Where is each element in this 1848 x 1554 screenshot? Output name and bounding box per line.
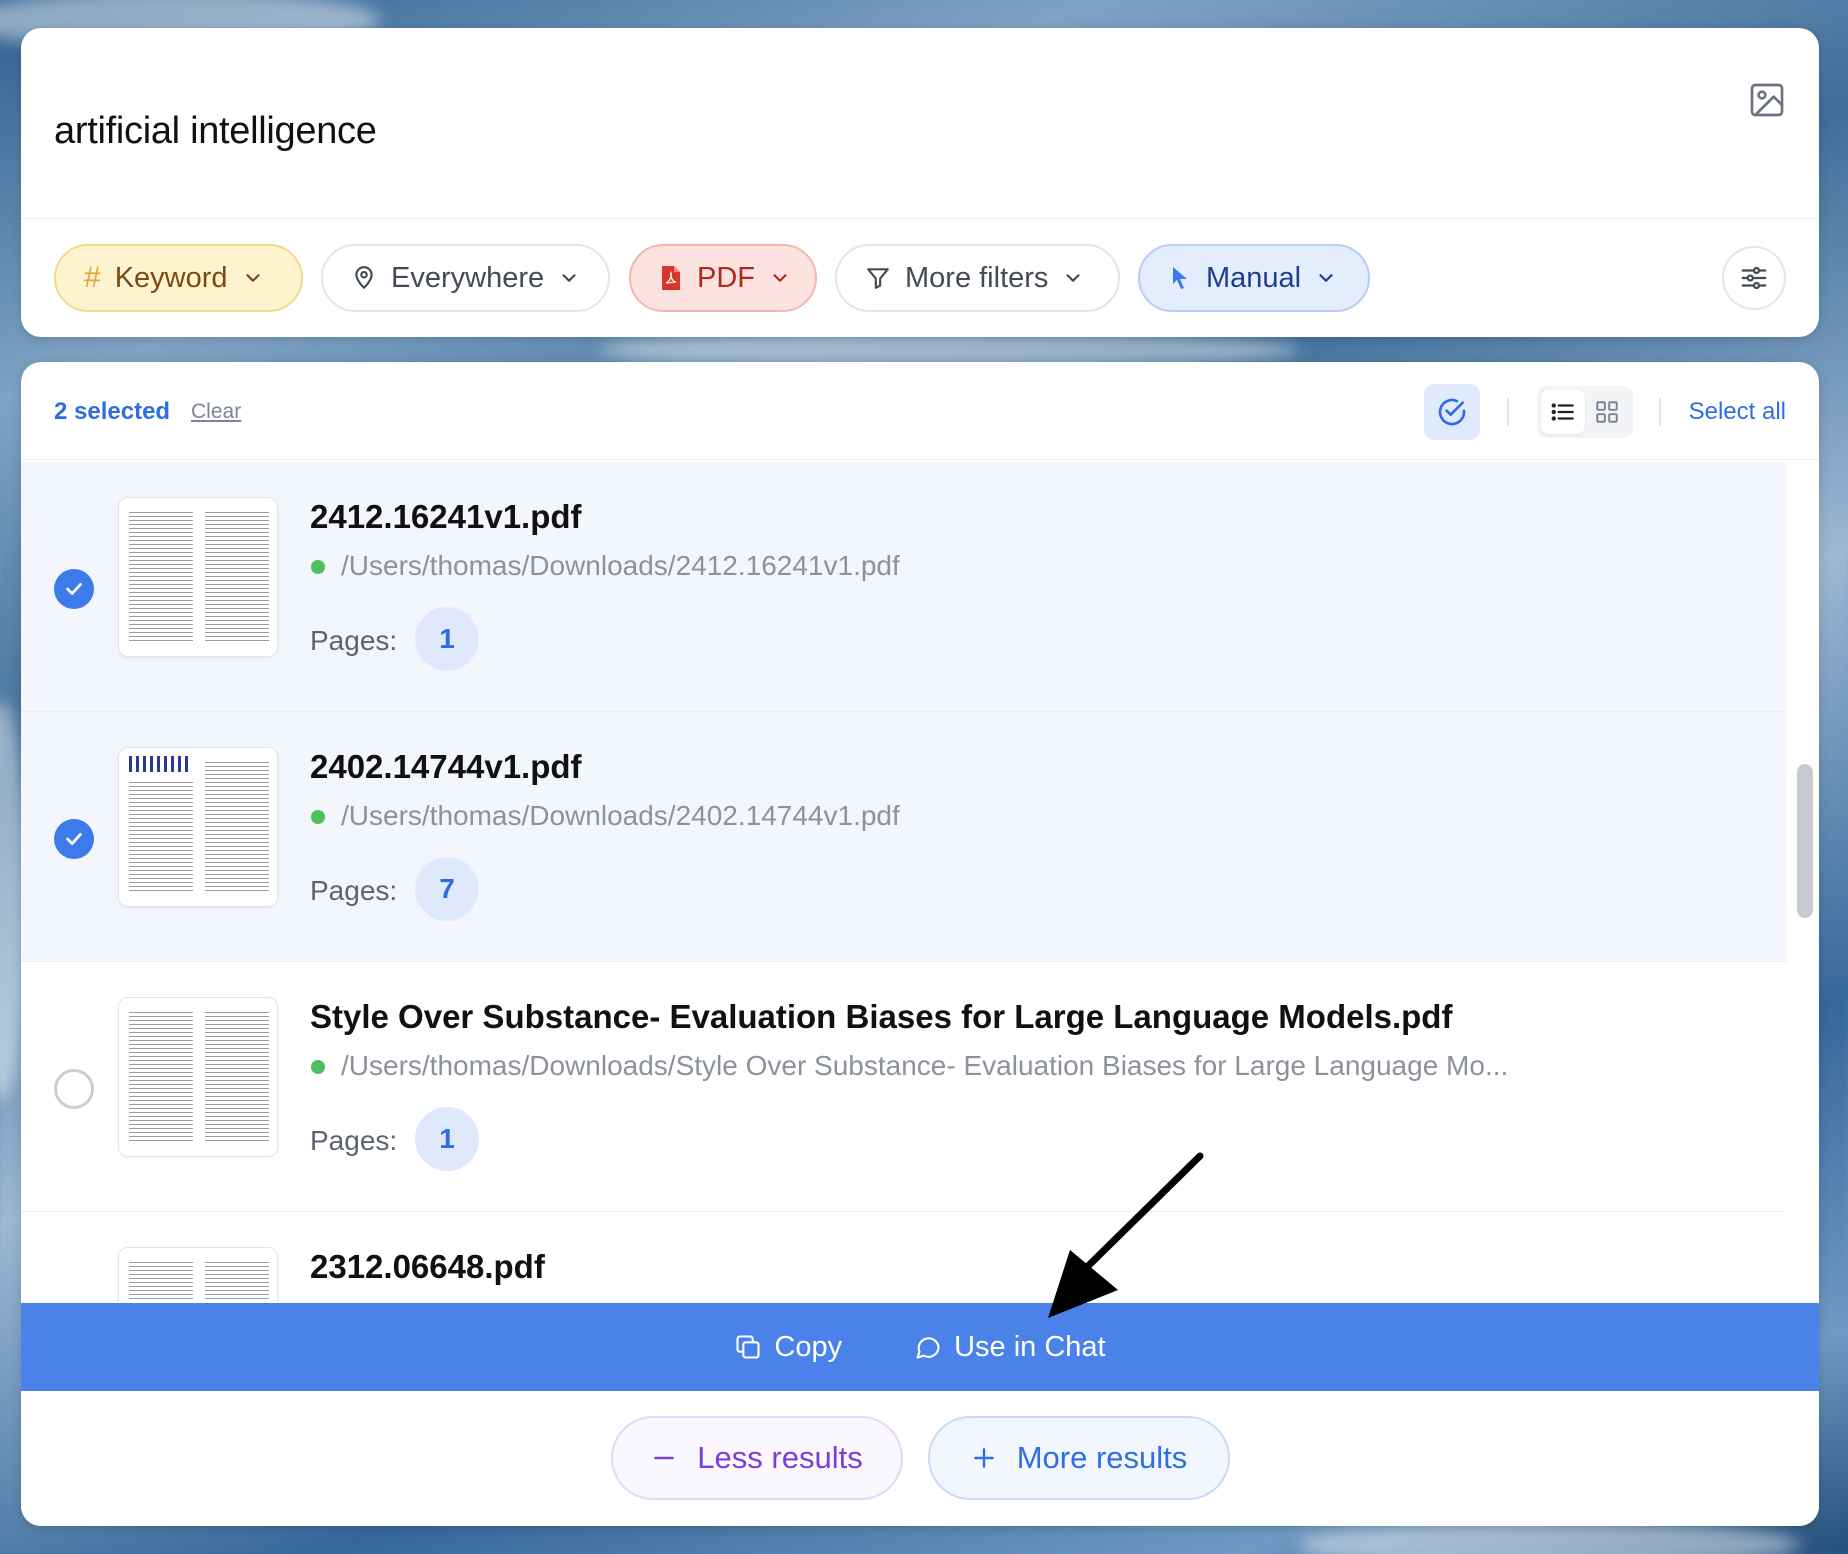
select-all-button[interactable]: Select all (1689, 398, 1786, 426)
pages-label: Pages: (310, 1125, 398, 1156)
grid-view-button[interactable] (1585, 390, 1629, 434)
grid-icon (1596, 401, 1618, 423)
file-title: 2402.14744v1.pdf (310, 748, 582, 785)
pages-count-badge[interactable]: 7 (415, 857, 479, 921)
chevron-down-icon (562, 274, 576, 282)
hash-icon: # (84, 261, 101, 294)
results-panel: 2 selected Clear Select all 2412.16241v1… (21, 362, 1819, 1526)
results-scrollbar[interactable] (1789, 462, 1819, 1302)
search-query[interactable]: artificial intelligence (54, 110, 377, 153)
less-results-label: Less results (697, 1440, 863, 1475)
file-thumbnail (118, 747, 278, 907)
map-pin-icon (355, 266, 373, 289)
chevron-down-icon (773, 274, 787, 282)
image-search-icon[interactable] (1747, 80, 1787, 120)
toolbar-separator (1507, 398, 1509, 426)
row-checkbox[interactable] (54, 569, 94, 609)
more-results-button[interactable]: More results (928, 1416, 1230, 1500)
toolbar-separator (1659, 398, 1661, 426)
keyword-filter-label: Keyword (114, 261, 228, 294)
pdf-file-icon (662, 266, 680, 290)
file-path: /Users/thomas/Downloads/2412.16241v1.pdf (341, 550, 900, 581)
file-thumbnail (118, 997, 278, 1157)
more-results-label: More results (1016, 1440, 1188, 1475)
more-filters-pill[interactable]: More filters (835, 244, 1120, 312)
file-title: 2312.06648.pdf (310, 1248, 545, 1285)
copy-button[interactable]: Copy (734, 1331, 842, 1364)
chevron-down-icon (245, 274, 260, 282)
search-settings-button[interactable] (1722, 246, 1786, 310)
pages-label: Pages: (310, 875, 398, 906)
file-type-filter-pill[interactable]: PDF (629, 244, 817, 312)
location-filter-label: Everywhere (391, 261, 545, 294)
chevron-down-icon (1319, 274, 1333, 282)
file-path: /Users/thomas/Downloads/2402.14744v1.pdf (341, 800, 900, 831)
location-filter-pill[interactable]: Everywhere (321, 244, 610, 312)
file-type-filter-label: PDF (697, 261, 755, 294)
search-panel: artificial intelligence # Keyword Everyw… (21, 28, 1819, 337)
file-title: 2412.16241v1.pdf (310, 498, 582, 535)
pages-count-badge[interactable]: 1 (415, 1107, 479, 1171)
use-in-chat-button[interactable]: Use in Chat (914, 1331, 1106, 1364)
divider (21, 218, 1819, 219)
more-filters-label: More filters (905, 261, 1049, 294)
sliders-icon (1741, 266, 1767, 290)
file-thumbnail (118, 497, 278, 657)
row-checkbox[interactable] (54, 819, 94, 859)
selected-count: 2 selected (54, 398, 171, 425)
row-checkbox[interactable] (54, 1069, 94, 1109)
result-row[interactable]: 2412.16241v1.pdf /Users/thomas/Downloads… (21, 462, 1786, 712)
selection-mode-toggle[interactable] (1424, 384, 1480, 440)
pages-count-badge[interactable]: 1 (415, 607, 479, 671)
file-thumbnail (118, 1247, 278, 1302)
copy-icon (736, 1335, 760, 1359)
file-title: Style Over Substance- Evaluation Biases … (310, 998, 1453, 1035)
checkmark-icon (66, 583, 82, 595)
chevron-down-icon (1066, 274, 1081, 282)
result-row[interactable]: 2312.06648.pdf (21, 1212, 1786, 1302)
minus-icon (654, 1456, 675, 1460)
results-toolbar: 2 selected Clear Select all (21, 362, 1819, 460)
cursor-pointer-icon (1173, 267, 1187, 289)
pages-label: Pages: (310, 625, 398, 656)
view-mode-switch (1537, 386, 1633, 438)
use-in-chat-label: Use in Chat (954, 1330, 1106, 1363)
results-footer: Less results More results (21, 1391, 1819, 1526)
result-row[interactable]: Style Over Substance- Evaluation Biases … (21, 962, 1786, 1212)
mode-filter-pill[interactable]: Manual (1138, 244, 1370, 312)
indexed-status-dot (311, 1060, 325, 1074)
keyword-filter-pill[interactable]: # Keyword (54, 244, 303, 312)
file-path: /Users/thomas/Downloads/Style Over Subst… (341, 1050, 1509, 1081)
filter-funnel-icon (867, 268, 889, 289)
indexed-status-dot (311, 810, 325, 824)
filter-bar: # Keyword Everywhere PDF More filters Ma… (54, 244, 1786, 312)
check-circle-icon (1438, 398, 1466, 426)
mode-filter-label: Manual (1206, 261, 1302, 294)
chat-bubble-icon (916, 1337, 940, 1359)
indexed-status-dot (311, 560, 325, 574)
result-row[interactable]: 2402.14744v1.pdf /Users/thomas/Downloads… (21, 712, 1786, 962)
plus-icon (973, 1448, 994, 1468)
copy-label: Copy (774, 1330, 843, 1363)
list-icon (1551, 403, 1574, 421)
checkmark-icon (66, 833, 82, 845)
list-view-button[interactable] (1541, 390, 1585, 434)
results-list: 2412.16241v1.pdf /Users/thomas/Downloads… (21, 462, 1819, 1302)
clear-selection-link[interactable]: Clear (191, 400, 241, 424)
scrollbar-thumb[interactable] (1797, 764, 1813, 918)
selection-action-bar: Copy Use in Chat (21, 1303, 1819, 1391)
less-results-button[interactable]: Less results (611, 1416, 903, 1500)
